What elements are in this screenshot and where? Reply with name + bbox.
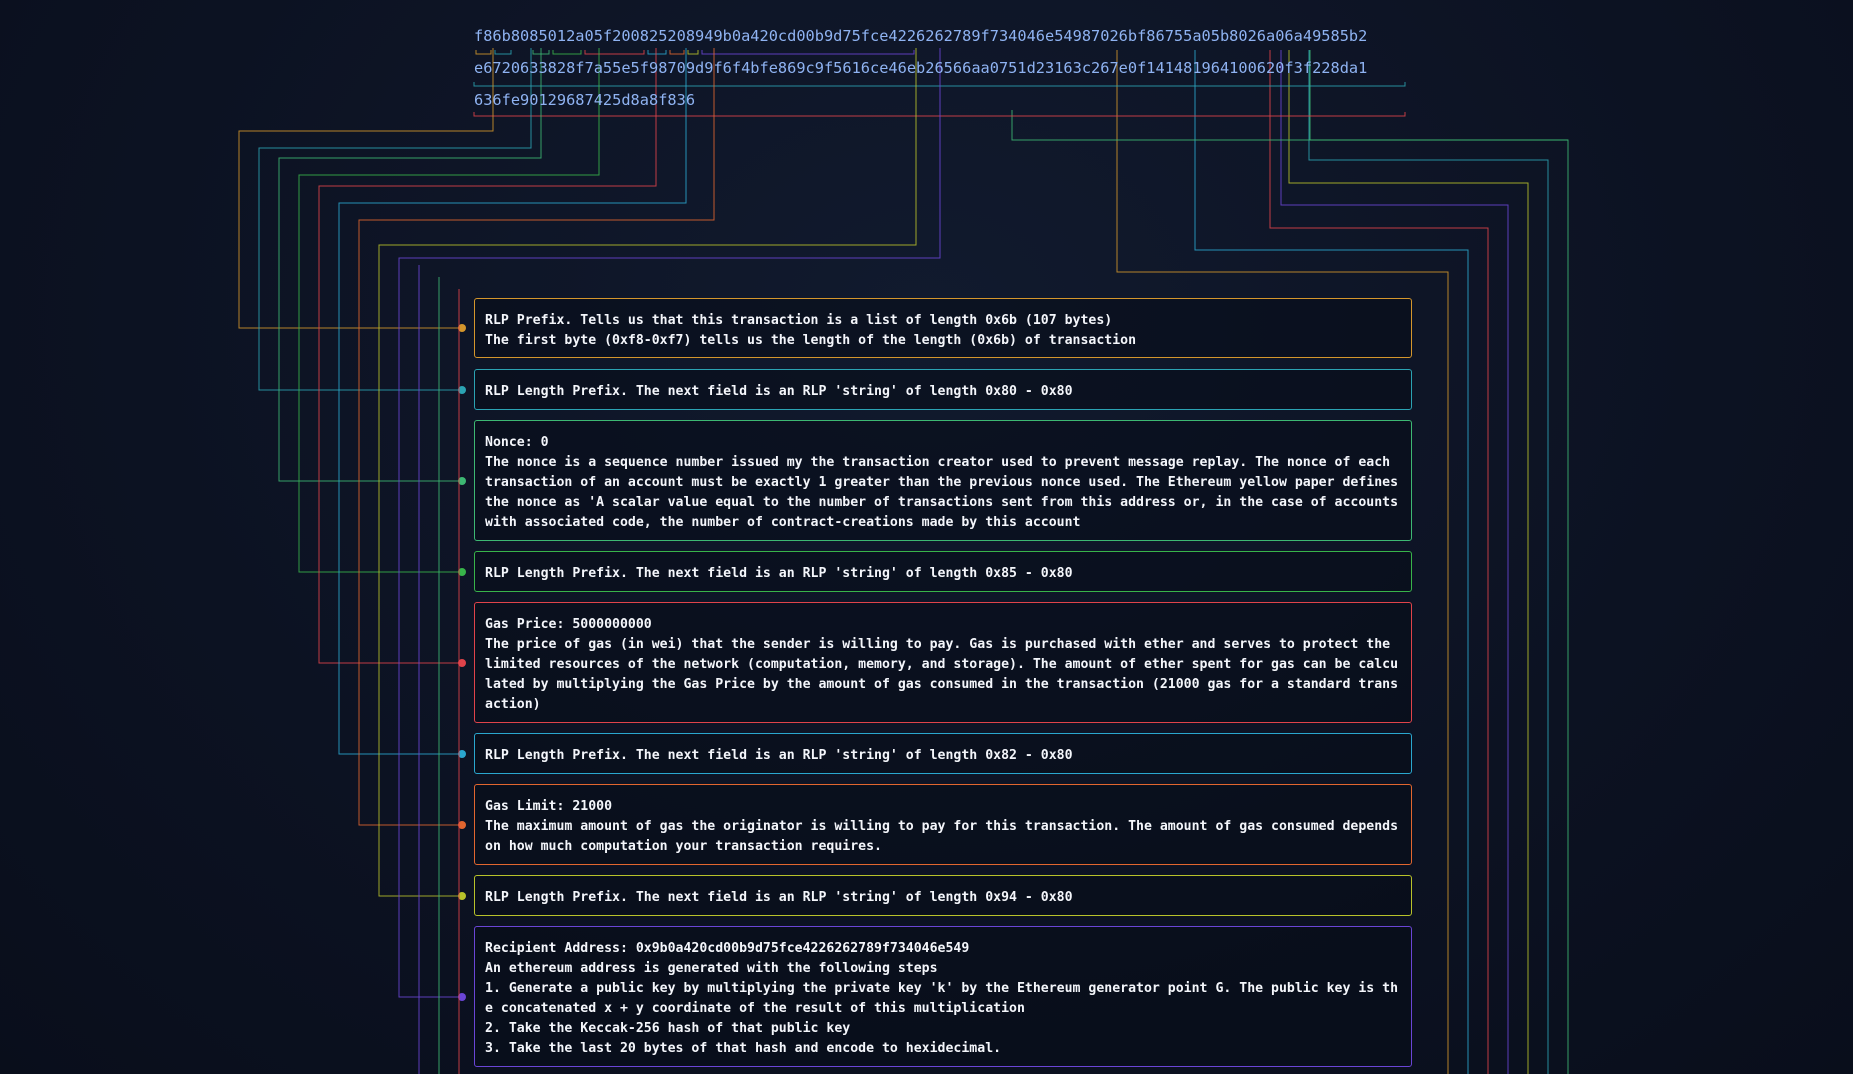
nonce-field-wire: [278, 48, 542, 482]
rlp-list-prefix-box: RLP Prefix. Tells us that this transacti…: [474, 298, 1412, 358]
hex-field-bracket-4: [552, 50, 582, 55]
rlp-list-prefix-description: The first byte (0xf8-0xf7) tells us the …: [485, 333, 1137, 348]
gas-limit-length-prefix-title: RLP Length Prefix. The next field is an …: [485, 748, 1073, 763]
recipient-length-prefix-title: RLP Length Prefix. The next field is an …: [485, 890, 1073, 905]
raw-transaction-hex-line-2: e6720633828f7a55e5f98709d9f6f4bfe869c9f5…: [474, 59, 1368, 77]
gas-price-field-description: The price of gas (in wei) that the sende…: [485, 637, 1399, 712]
gas-price-field-title: Gas Price: 5000000000: [485, 617, 652, 632]
raw-transaction-hex-line-1: f86b8085012a05f200825208949b0a420cd00b9d…: [474, 27, 1368, 45]
recipient-address-field-description: An ethereum address is generated with th…: [485, 961, 938, 976]
gas-limit-field-title: Gas Limit: 21000: [485, 799, 613, 814]
hex-field-bracket-5: [584, 50, 645, 55]
nonce-length-prefix-box: RLP Length Prefix. The next field is an …: [474, 369, 1412, 410]
nonce-length-prefix-title: RLP Length Prefix. The next field is an …: [485, 384, 1073, 399]
gas-limit-length-prefix-box: RLP Length Prefix. The next field is an …: [474, 733, 1412, 774]
hex-field-bracket-2: [494, 50, 512, 55]
gas-limit-field-box: Gas Limit: 21000 The maximum amount of ga…: [474, 784, 1412, 865]
rlp-list-prefix-wire: [238, 48, 494, 329]
nonce-field-title: Nonce: 0: [485, 435, 549, 450]
recipient-address-field-title: Recipient Address: 0x9b0a420cd00b9d75fce…: [485, 941, 970, 956]
gas-price-length-prefix-title: RLP Length Prefix. The next field is an …: [485, 566, 1073, 581]
rlp-transaction-diagram: f86b8085012a05f200825208949b0a420cd00b9d…: [0, 0, 1853, 1074]
hex-field-bracket-6: [647, 50, 667, 55]
hex-field-bracket-9: [701, 50, 915, 55]
gas-limit-field-description: The maximum amount of gas the originator…: [485, 819, 1407, 854]
gas-price-field-box: Gas Price: 5000000000 The price of gas (i…: [474, 602, 1412, 723]
hex-field-bracket-1: [475, 50, 492, 55]
gas-price-length-prefix-box: RLP Length Prefix. The next field is an …: [474, 551, 1412, 592]
recipient-address-field-description: 2. Take the Keccak-256 hash of that publ…: [485, 1021, 851, 1036]
hex-field-bracket-8: [687, 50, 699, 55]
nonce-field-box: Nonce: 0 The nonce is a sequence number i…: [474, 420, 1412, 541]
right-connector-wire-extra: [1011, 110, 1568, 141]
recipient-address-field-box: Recipient Address: 0x9b0a420cd00b9d75fce…: [474, 926, 1412, 1067]
recipient-address-field-description: 3. Take the last 20 bytes of that hash a…: [485, 1041, 1002, 1056]
rlp-list-prefix-title: RLP Prefix. Tells us that this transacti…: [485, 313, 1113, 328]
recipient-length-prefix-box: RLP Length Prefix. The next field is an …: [474, 875, 1412, 916]
hex-field-bracket-7: [669, 50, 685, 55]
raw-transaction-hex-line-3: 636fe90129687425d8a8f836: [474, 91, 696, 109]
nonce-field-description: The nonce is a sequence number issued my…: [485, 455, 1407, 530]
recipient-address-field-description: 1. Generate a public key by multiplying …: [485, 981, 1399, 1016]
